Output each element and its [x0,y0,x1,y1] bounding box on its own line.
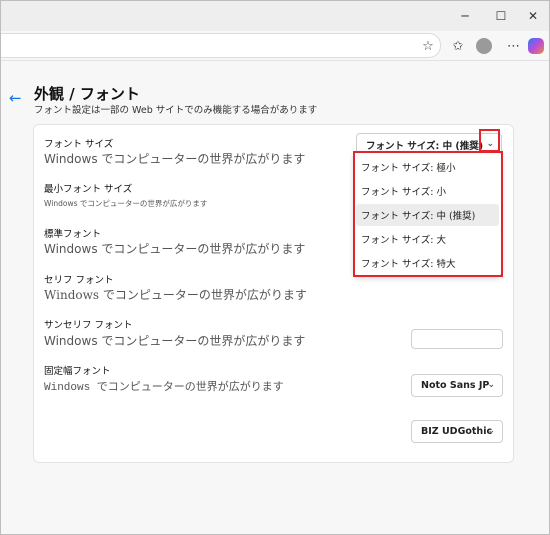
copilot-icon[interactable] [525,35,547,57]
monospace-font-select[interactable]: BIZ UDGothic ⌄ [411,420,503,443]
minimum-font-size-label: 最小フォント サイズ [44,184,133,195]
favorite-star-icon[interactable]: ☆ [417,35,439,57]
browser-window: ─ ☐ ✕ ☆ ✩ ⋯ ← 外観 / フォント フォント設定は一部の Web サ… [0,0,550,535]
font-size-select-value: フォント サイズ: 中 (推奨) [366,140,484,152]
minimum-font-size-sample: Windows でコンピューターの世界が広がります [44,199,208,208]
serif-font-sample: Windows でコンピューターの世界が広がります [44,288,307,302]
serif-font-select[interactable] [411,329,503,349]
sans-serif-font-sample: Windows でコンピューターの世界が広がります [44,334,306,348]
page-title: 外観 / フォント [34,85,140,103]
profile-icon[interactable] [473,35,495,57]
settings-content: ← 外観 / フォント フォント設定は一部の Web サイトでのみ機能する場合が… [1,62,549,534]
monospace-font-sample: Windows でコンピューターの世界が広がります [44,382,284,394]
sans-serif-select-value: Noto Sans JP [421,380,490,391]
favorites-icon[interactable]: ✩ [447,35,469,57]
serif-font-label: セリフ フォント [44,275,114,286]
close-button[interactable]: ✕ [515,1,549,31]
monospace-font-label: 固定幅フォント [44,366,111,377]
monospace-select-value: BIZ UDGothic [421,426,493,437]
font-size-label: フォント サイズ [44,139,114,150]
copilot-logo [528,38,544,54]
maximize-button[interactable]: ☐ [483,1,519,31]
standard-font-sample: Windows でコンピューターの世界が広がります [44,242,306,256]
more-icon[interactable]: ⋯ [503,35,525,57]
chevron-down-icon: ⌄ [487,426,495,436]
title-bar: ─ ☐ ✕ [1,1,549,31]
address-bar[interactable] [1,33,441,58]
page-subtitle: フォント設定は一部の Web サイトでのみ機能する場合があります [34,105,318,116]
browser-toolbar: ☆ ✩ ⋯ [1,31,549,61]
dropdown-highlight-box [353,151,503,277]
font-size-sample: Windows でコンピューターの世界が広がります [44,152,306,166]
chevron-down-icon: ⌄ [487,380,495,390]
avatar [476,38,492,54]
sans-serif-font-label: サンセリフ フォント [44,320,133,331]
back-arrow-icon[interactable]: ← [9,89,22,107]
minimize-button[interactable]: ─ [447,1,483,31]
standard-font-label: 標準フォント [44,229,102,240]
sans-serif-font-select[interactable]: Noto Sans JP ⌄ [411,374,503,397]
chevron-highlight-box [479,129,500,152]
